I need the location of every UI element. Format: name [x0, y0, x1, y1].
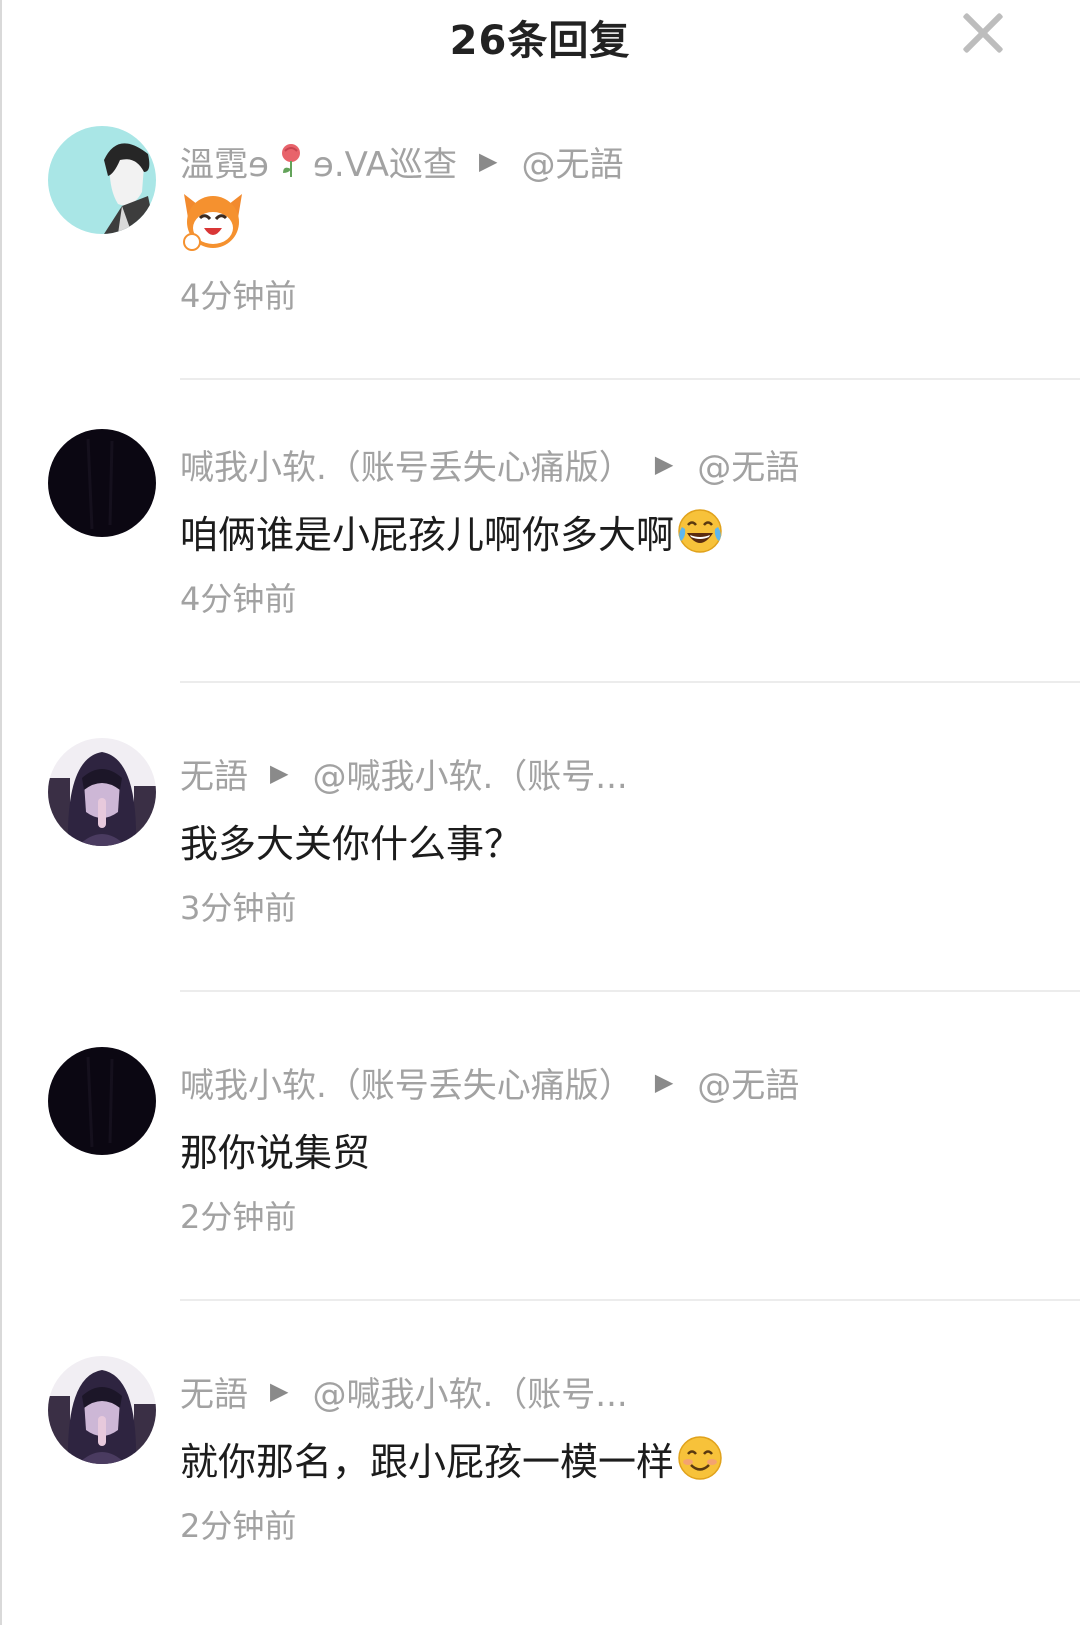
- reply-arrow-icon: ▶: [654, 1068, 674, 1096]
- avatar-hooded-figure-icon: [48, 1356, 156, 1464]
- comment-item[interactable]: 无語 ▶ @喊我小软.（账号... 我多大关你什么事？ 3分钟前: [0, 738, 1080, 1058]
- comment-time: 2分钟前: [180, 1198, 297, 1236]
- avatar-hooded-figure-icon: [48, 738, 156, 846]
- divider: [180, 1299, 1080, 1301]
- avatar-anime-boy-icon: [48, 126, 156, 234]
- avatar[interactable]: [48, 1356, 156, 1464]
- avatar-dark-icon: [48, 1047, 156, 1155]
- divider: [180, 681, 1080, 683]
- comment-meta: 喊我小软.（账号丢失心痛版） ▶ @无語: [180, 439, 1040, 489]
- author-name[interactable]: 喊我小软.（账号丢失心痛版）: [180, 1058, 633, 1107]
- avatar[interactable]: [48, 126, 156, 234]
- page-title: 26条回复: [449, 18, 631, 64]
- laughing-cartoon-sticker: [183, 194, 242, 251]
- smiling-face-emoji: [678, 1436, 722, 1480]
- rose-icon: [281, 144, 300, 177]
- author-name[interactable]: 喊我小软.（账号丢失心痛版）: [180, 440, 633, 489]
- reply-target[interactable]: @喊我小软.（账号...: [312, 749, 627, 798]
- comment-meta: 无語 ▶ @喊我小软.（账号...: [180, 1366, 1040, 1416]
- reply-arrow-icon: ▶: [654, 450, 674, 478]
- comment-item[interactable]: 无語 ▶ @喊我小软.（账号... 就你那名，跟小屁孩一模一样 2分钟前: [0, 1356, 1080, 1625]
- replies-panel: 26条回复 溫霓ɘ ɘ.VA巡查 ▶ @无語 4分钟前 喊我小软.（账号丢失心痛…: [0, 0, 1080, 1625]
- comment-content: 就你那名，跟小屁孩一模一样: [180, 1426, 724, 1490]
- comment-item[interactable]: 溫霓ɘ ɘ.VA巡查 ▶ @无語 4分钟前: [0, 126, 1080, 446]
- comment-time: 2分钟前: [180, 1507, 297, 1545]
- divider: [180, 378, 1080, 380]
- header: 26条回复: [0, 0, 1080, 120]
- author-name[interactable]: 无語: [180, 749, 248, 798]
- avatar[interactable]: [48, 429, 156, 537]
- divider: [180, 990, 1080, 992]
- reply-arrow-icon: ▶: [270, 1377, 289, 1405]
- comment-content: 那你说集贸: [180, 1117, 370, 1181]
- reply-target[interactable]: @无語: [697, 440, 799, 489]
- comment-time: 4分钟前: [180, 277, 297, 315]
- comment-meta: 溫霓ɘ ɘ.VA巡查 ▶ @无語: [180, 136, 1040, 186]
- author-name[interactable]: 溫霓ɘ: [180, 137, 269, 186]
- comment-time: 3分钟前: [180, 889, 297, 927]
- comment-text: 我多大关你什么事？: [180, 821, 523, 866]
- reply-arrow-icon: ▶: [270, 759, 289, 787]
- reply-arrow-icon: ▶: [479, 147, 498, 175]
- reply-target[interactable]: @喊我小软.（账号...: [312, 1367, 627, 1416]
- comment-meta: 无語 ▶ @喊我小软.（账号...: [180, 748, 1040, 798]
- author-badge: ɘ.VA巡查: [312, 144, 457, 185]
- comment-time: 4分钟前: [180, 580, 297, 618]
- avatar[interactable]: [48, 1047, 156, 1155]
- comment-item[interactable]: 喊我小软.（账号丢失心痛版） ▶ @无語 咱俩谁是小屁孩儿啊你多大啊 4分钟前: [0, 429, 1080, 749]
- reply-target[interactable]: @无語: [697, 1058, 799, 1107]
- comment-content: 我多大关你什么事？: [180, 808, 522, 872]
- author-name[interactable]: 无語: [180, 1367, 248, 1416]
- comment-text: 那你说集贸: [180, 1130, 371, 1175]
- comment-meta: 喊我小软.（账号丢失心痛版） ▶ @无語: [180, 1057, 1040, 1107]
- comment-content: 咱俩谁是小屁孩儿啊你多大啊: [180, 499, 724, 563]
- avatar-dark-icon: [48, 429, 156, 537]
- tears-of-joy-emoji: [678, 509, 722, 553]
- comment-text: 就你那名，跟小屁孩一模一样: [180, 1439, 675, 1484]
- close-icon[interactable]: [958, 8, 1008, 58]
- comment-text: 咱俩谁是小屁孩儿啊你多大啊: [180, 512, 675, 557]
- reply-target[interactable]: @无語: [521, 137, 623, 186]
- avatar[interactable]: [48, 738, 156, 846]
- comment-item[interactable]: 喊我小软.（账号丢失心痛版） ▶ @无語 那你说集贸 2分钟前: [0, 1047, 1080, 1367]
